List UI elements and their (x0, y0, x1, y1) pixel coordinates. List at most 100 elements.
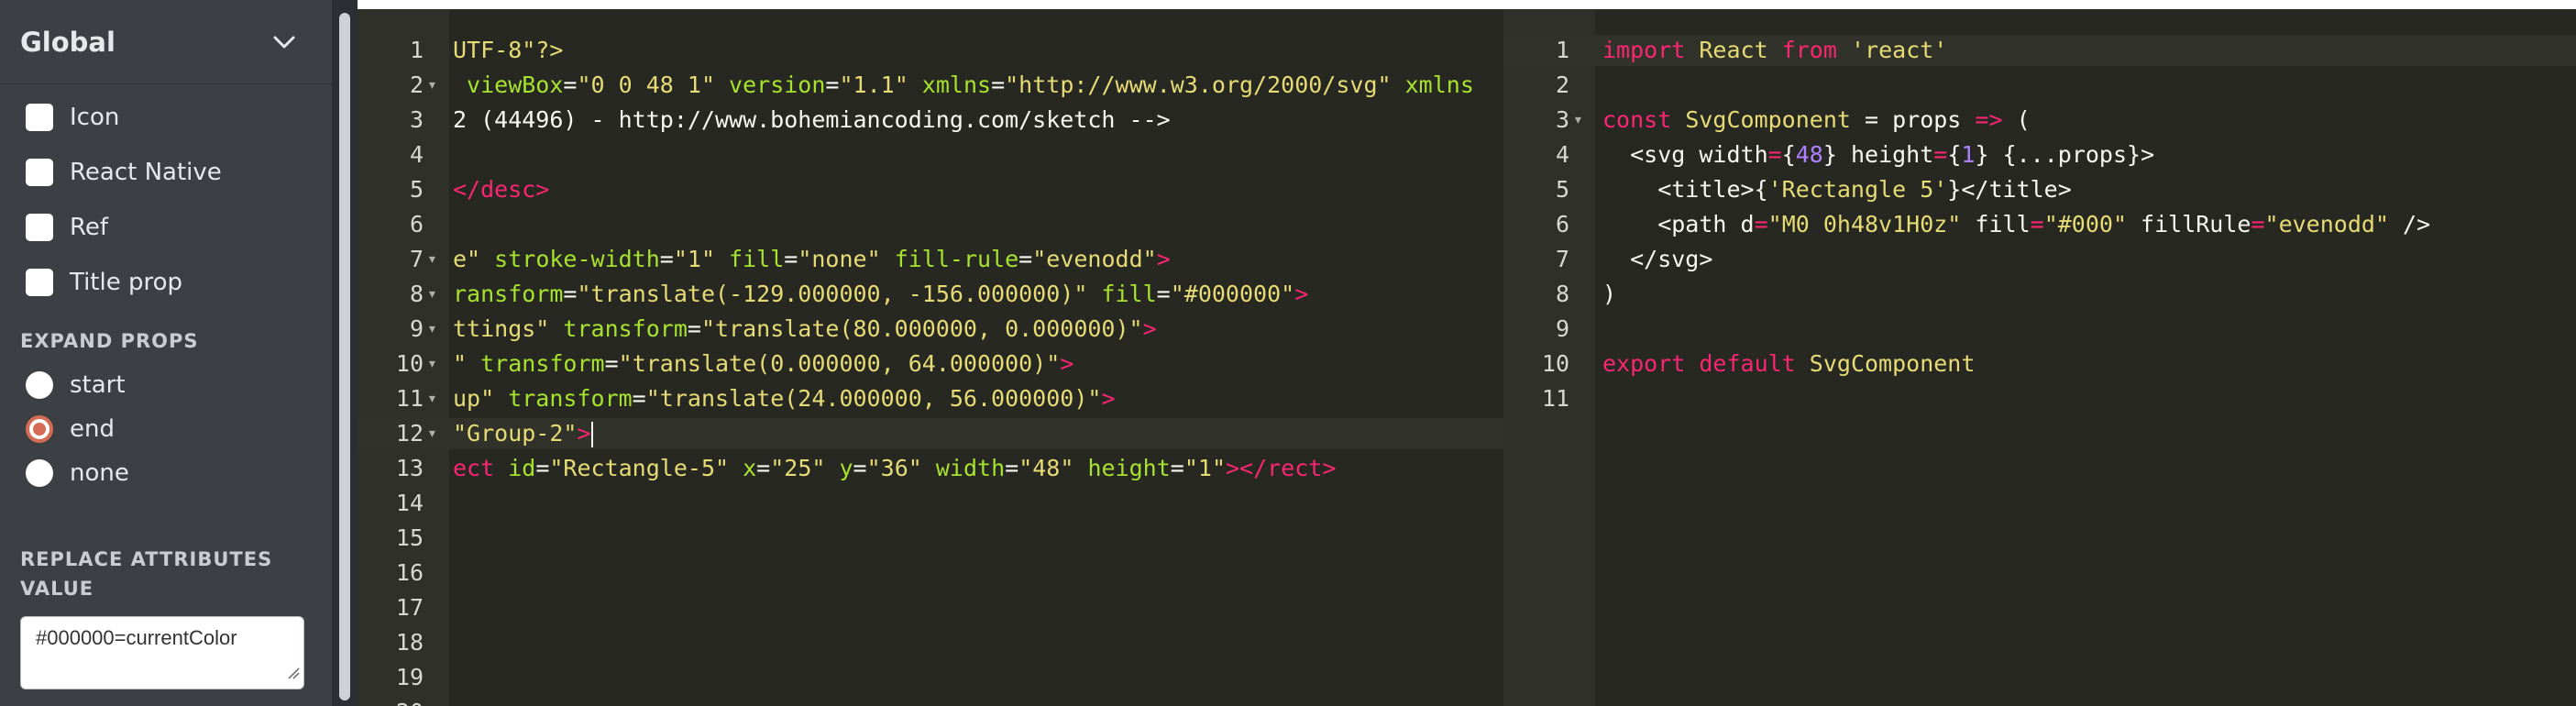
code-line[interactable]: 12 ▾ "Group-2"> (358, 418, 1503, 449)
start-radio[interactable] (26, 371, 53, 399)
replace-attributes-textarea[interactable]: #000000=currentColor (20, 616, 304, 689)
code-line[interactable]: 4 <svg width={48} height={1} {...props}> (1503, 139, 2576, 171)
code-token: { (1947, 141, 1962, 168)
code-line[interactable]: 6 (358, 209, 1503, 240)
option-label: Icon (70, 104, 120, 131)
code-line[interactable]: 15 (358, 523, 1503, 554)
code-token: fill (1087, 281, 1157, 307)
code-text: const SvgComponent = props => ( (1602, 105, 2031, 136)
react-native-checkbox[interactable] (26, 159, 53, 186)
line-number: 3 (409, 106, 424, 133)
line-number: 9 (409, 315, 424, 342)
code-text: e" stroke-width="1" fill="none" fill-rul… (453, 244, 1171, 275)
code-line[interactable]: 3 ▾ const SvgComponent = props => ( (1503, 105, 2576, 136)
code-token: = (1005, 455, 1019, 481)
code-token: fill (1961, 211, 2031, 237)
code-text: ) (1602, 279, 1616, 310)
code-token: height (1073, 455, 1171, 481)
code-line[interactable]: 5 <title>{'Rectangle 5'}</title> (1503, 174, 2576, 205)
option-icon[interactable]: Icon (0, 90, 332, 145)
code-line[interactable]: 1 import React from 'react' (1503, 35, 2576, 66)
line-number: 4 (1555, 141, 1569, 168)
code-token: transform (494, 385, 633, 412)
end-radio[interactable] (26, 415, 53, 443)
radio-label: none (70, 459, 129, 487)
fold-arrow-icon[interactable]: ▾ (427, 383, 437, 414)
code-token: SvgComponent (1685, 106, 1851, 133)
code-token: = (659, 246, 674, 272)
title-prop-checkbox[interactable] (26, 269, 53, 296)
code-token: x (729, 455, 757, 481)
code-line[interactable]: 1 UTF-8"?> (358, 35, 1503, 66)
none-radio[interactable] (26, 459, 53, 487)
line-number: 6 (409, 211, 424, 237)
scrollbar-thumb[interactable] (339, 13, 350, 700)
code-line[interactable]: 7 ▾ e" stroke-width="1" fill="none" fill-r… (358, 244, 1503, 275)
code-token: width (1699, 141, 1768, 168)
code-token: xmlns (908, 72, 992, 98)
expand-props-start[interactable]: start (0, 363, 332, 407)
option-ref[interactable]: Ref (0, 200, 332, 255)
code-line[interactable]: 9 (1503, 314, 2576, 345)
option-title-prop[interactable]: Title prop (0, 255, 332, 310)
expand-props-end[interactable]: end (0, 407, 332, 451)
code-line[interactable]: 18 (358, 627, 1503, 658)
code-line[interactable]: 2 ▾ viewBox="0 0 48 1" version="1.1" xmln… (358, 70, 1503, 101)
code-token: 48 (1795, 141, 1823, 168)
code-line[interactable]: 11 (1503, 383, 2576, 414)
code-line[interactable]: 19 (358, 662, 1503, 693)
expand-props-none[interactable]: none (0, 451, 332, 495)
global-section-header[interactable]: Global (0, 0, 332, 84)
code-line[interactable]: 10 ▾ " transform="translate(0.000000, 64.0… (358, 348, 1503, 380)
code-line[interactable]: 17 (358, 592, 1503, 623)
code-line[interactable]: 11 ▾ up" transform="translate(24.000000, 5… (358, 383, 1503, 414)
chevron-down-icon[interactable] (271, 29, 297, 55)
code-token: fill-rule (880, 246, 1019, 272)
code-line[interactable]: 16 (358, 557, 1503, 589)
code-token: fill (715, 246, 785, 272)
fold-arrow-icon[interactable]: ▾ (427, 70, 437, 101)
line-number: 10 (395, 350, 424, 377)
fold-arrow-icon[interactable]: ▾ (427, 314, 437, 345)
code-line[interactable]: 9 ▾ ttings" transform="translate(80.000000… (358, 314, 1503, 345)
code-token: <svg (1602, 141, 1700, 168)
icon-checkbox[interactable] (26, 104, 53, 131)
fold-arrow-icon[interactable]: ▾ (427, 418, 437, 449)
line-number: 2 (409, 72, 424, 98)
code-token: "1" (673, 246, 715, 272)
code-line[interactable]: 2 (1503, 70, 2576, 101)
code-line[interactable]: 5 </desc> (358, 174, 1503, 205)
code-line[interactable]: 14 (358, 488, 1503, 519)
fold-arrow-icon[interactable]: ▾ (427, 348, 437, 380)
code-token: = (2251, 211, 2265, 237)
code-line[interactable]: 8 ▾ ransform="translate(-129.000000, -156.… (358, 279, 1503, 310)
code-line[interactable]: 6 <path d="M0 0h48v1H0z" fill="#000" fil… (1503, 209, 2576, 240)
code-line[interactable]: 8) (1503, 279, 2576, 310)
code-token: > (577, 420, 591, 447)
code-text: "Group-2"> (453, 418, 593, 449)
option-react-native[interactable]: React Native (0, 145, 332, 200)
code-token: = (1156, 281, 1171, 307)
code-line[interactable]: 13 ect id="Rectangle-5" x="25" y="36" wid… (358, 453, 1503, 484)
ref-checkbox[interactable] (26, 214, 53, 241)
svg-input-editor[interactable]: 1 UTF-8"?> 2 ▾ viewBox="0 0 48 1" version="… (358, 9, 1503, 706)
fold-arrow-icon[interactable]: ▾ (427, 244, 437, 275)
code-line[interactable]: 20 (358, 697, 1503, 706)
code-token: = props (1850, 106, 1976, 133)
global-options: Icon React Native Ref Title prop (0, 84, 332, 310)
code-token: const (1602, 106, 1672, 133)
fold-arrow-icon[interactable]: ▾ (1573, 105, 1583, 136)
code-line[interactable]: 7 </svg> (1503, 244, 2576, 275)
sidebar-scrollbar[interactable] (332, 0, 358, 706)
resize-grip-icon[interactable] (287, 661, 300, 685)
code-line[interactable]: 10 export default SvgComponent (1503, 348, 2576, 380)
code-line[interactable]: 3 2 (44496) - http://www.bohemiancoding.c… (358, 105, 1503, 136)
line-number: 11 (395, 385, 424, 412)
fold-arrow-icon[interactable]: ▾ (427, 279, 437, 310)
code-token: = (1767, 141, 1782, 168)
code-line[interactable]: 4 (358, 139, 1503, 171)
code-token: "1" (1183, 455, 1226, 481)
code-token: "translate(-129.000000, -156.000000)" (577, 281, 1088, 307)
jsx-output-editor[interactable]: 1 import React from 'react' 2 3 ▾ const SvgCo… (1503, 9, 2576, 706)
